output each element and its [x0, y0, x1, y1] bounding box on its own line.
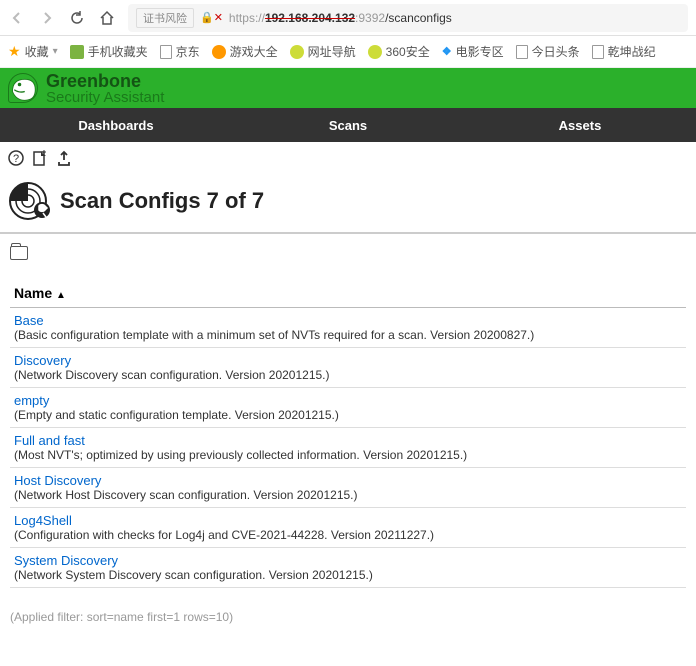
favorites-button[interactable]: ★收藏▾ — [8, 43, 58, 60]
bookmark-item[interactable]: 360安全 — [368, 43, 430, 60]
help-icon[interactable]: ? — [8, 150, 24, 166]
lock-broken-icon: 🔒✕ — [200, 11, 223, 24]
applied-filter-text: (Applied filter: sort=name first=1 rows=… — [0, 588, 696, 634]
star-icon: ★ — [8, 43, 21, 60]
bookmark-icon — [160, 45, 172, 59]
page-title-row: Scan Configs 7 of 7 — [0, 174, 696, 234]
table-row: Host Discovery(Network Host Discovery sc… — [10, 468, 686, 508]
bookmark-item[interactable]: 网址导航 — [290, 43, 356, 60]
bookmark-item[interactable]: 今日头条 — [516, 43, 580, 60]
bookmark-item[interactable]: 手机收藏夹 — [70, 43, 148, 60]
config-name-link[interactable]: System Discovery — [14, 553, 682, 568]
table-row: Base(Basic configuration template with a… — [10, 308, 686, 348]
config-name-link[interactable]: Log4Shell — [14, 513, 682, 528]
upload-icon[interactable] — [56, 150, 72, 166]
greenbone-logo-icon — [8, 73, 38, 103]
main-nav: Dashboards Scans Assets — [0, 108, 696, 142]
bookmark-item[interactable]: 乾坤战纪 — [592, 43, 656, 60]
config-name-link[interactable]: Base — [14, 313, 682, 328]
config-description: (Basic configuration template with a min… — [14, 328, 682, 342]
table-row: Discovery(Network Discovery scan configu… — [10, 348, 686, 388]
bookmark-icon — [516, 45, 528, 59]
table-row: empty(Empty and static configuration tem… — [10, 388, 686, 428]
config-name-link[interactable]: Full and fast — [14, 433, 682, 448]
config-name-link[interactable]: empty — [14, 393, 682, 408]
column-header-name[interactable]: Name ▲ — [10, 279, 686, 308]
forward-button[interactable] — [38, 9, 56, 27]
bookmark-item[interactable]: 游戏大全 — [212, 43, 278, 60]
scan-configs-table: Name ▲ Base(Basic configuration template… — [10, 279, 686, 588]
sort-asc-icon: ▲ — [56, 290, 66, 301]
bookmark-icon: ❖ — [442, 45, 452, 58]
table-row: Full and fast(Most NVT's; optimized by u… — [10, 428, 686, 468]
config-description: (Most NVT's; optimized by using previous… — [14, 448, 682, 462]
back-button[interactable] — [8, 9, 26, 27]
page-toolbar: ? — [0, 142, 696, 174]
url-bar[interactable]: 证书风险 🔒✕ https://192.168.204.132:9392/sca… — [128, 4, 688, 32]
new-icon[interactable] — [32, 150, 48, 166]
page-title: Scan Configs 7 of 7 — [60, 188, 264, 214]
reload-button[interactable] — [68, 9, 86, 27]
scan-config-icon — [8, 178, 54, 224]
bookmark-item[interactable]: ❖电影专区 — [442, 43, 504, 60]
config-name-link[interactable]: Host Discovery — [14, 473, 682, 488]
config-description: (Network System Discovery scan configura… — [14, 568, 682, 582]
nav-scans[interactable]: Scans — [232, 118, 464, 133]
bookmark-icon — [368, 45, 382, 59]
browser-toolbar: 证书风险 🔒✕ https://192.168.204.132:9392/sca… — [0, 0, 696, 36]
table-row: System Discovery(Network System Discover… — [10, 548, 686, 588]
bookmark-icon — [70, 45, 84, 59]
app-subtitle: Security Assistant — [46, 90, 164, 105]
folder-icon[interactable] — [10, 246, 28, 260]
home-button[interactable] — [98, 9, 116, 27]
config-description: (Network Host Discovery scan configurati… — [14, 488, 682, 502]
content-area: Name ▲ Base(Basic configuration template… — [0, 246, 696, 588]
bookmark-icon — [592, 45, 604, 59]
app-name: Greenbone — [46, 72, 164, 90]
nav-dashboards[interactable]: Dashboards — [0, 118, 232, 133]
bookmark-item[interactable]: 京东 — [160, 43, 200, 60]
config-description: (Network Discovery scan configuration. V… — [14, 368, 682, 382]
app-header: Greenbone Security Assistant — [0, 68, 696, 108]
bookmark-icon — [212, 45, 226, 59]
bookmarks-bar: ★收藏▾ 手机收藏夹 京东 游戏大全 网址导航 360安全 ❖电影专区 今日头条… — [0, 36, 696, 68]
nav-assets[interactable]: Assets — [464, 118, 696, 133]
bookmark-icon — [290, 45, 304, 59]
svg-text:?: ? — [13, 153, 19, 165]
config-name-link[interactable]: Discovery — [14, 353, 682, 368]
url-text: https://192.168.204.132:9392/scanconfigs — [229, 11, 452, 25]
table-row: Log4Shell(Configuration with checks for … — [10, 508, 686, 548]
cert-warning-badge: 证书风险 — [136, 8, 194, 28]
config-description: (Configuration with checks for Log4j and… — [14, 528, 682, 542]
config-description: (Empty and static configuration template… — [14, 408, 682, 422]
